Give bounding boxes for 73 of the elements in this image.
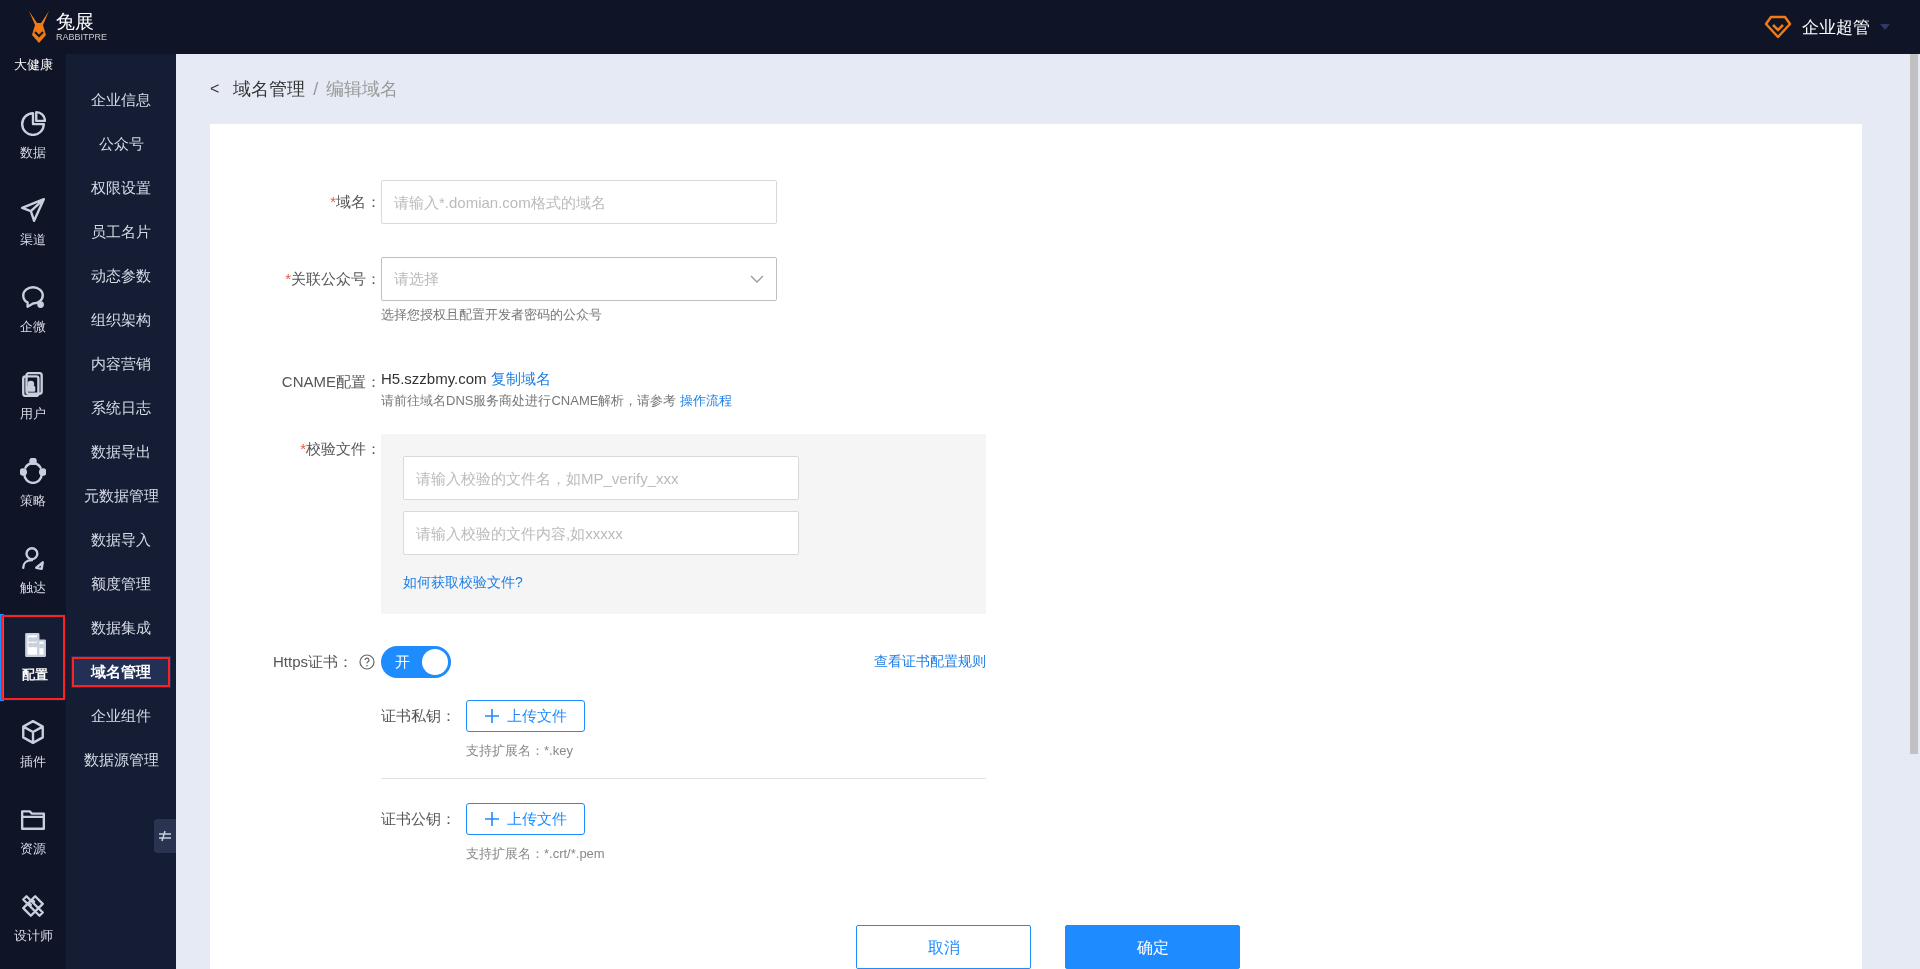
- field-label: *校验文件：: [299, 439, 381, 459]
- file-name-input-field[interactable]: 请输入校验的文件名，如MP_verify_xxx: [403, 456, 799, 500]
- field-hint: 支持扩展名：*.crt/*.pem: [466, 845, 606, 863]
- person-arrow-icon: [20, 544, 46, 571]
- submenu-item[interactable]: 动态参数: [71, 260, 171, 292]
- submenu-item[interactable]: 权限设置: [71, 172, 171, 204]
- diamond-icon: [1764, 15, 1792, 39]
- submenu-item[interactable]: 数据源管理: [71, 744, 171, 776]
- pie-chart-icon: [20, 109, 46, 136]
- nav-item[interactable]: 渠道: [0, 179, 66, 266]
- nav-item[interactable]: 触达: [0, 527, 66, 614]
- field-label: *关联公众号：: [284, 269, 381, 289]
- submenu-item[interactable]: 企业信息: [71, 84, 171, 116]
- scrollbar[interactable]: [1910, 54, 1918, 754]
- caret-icon: [1880, 24, 1890, 30]
- field-label: Https证书：: [273, 652, 353, 672]
- collapse-handle[interactable]: [154, 819, 176, 853]
- copy-link[interactable]: 复制域名: [490, 370, 551, 387]
- nav-item[interactable]: 企微: [0, 266, 66, 353]
- cycle-dots-icon: [20, 457, 46, 484]
- submenu-item[interactable]: 额度管理: [71, 568, 171, 600]
- nav-item[interactable]: 插件: [0, 701, 66, 788]
- submenu-item[interactable]: 员工名片: [71, 216, 171, 248]
- nav-item[interactable]: 数据: [0, 92, 66, 179]
- submenu-item[interactable]: 组织架构: [71, 304, 171, 336]
- field-label: CNAME配置：: [280, 372, 381, 392]
- submenu-item[interactable]: 系统日志: [71, 392, 171, 424]
- domain-input-field[interactable]: 请输入*.domian.com格式的域名: [381, 180, 777, 224]
- field-hint: 选择您授权且配置开发者密码的公众号: [381, 306, 603, 324]
- field-hint: 支持扩展名：*.key: [466, 742, 574, 760]
- submenu-item[interactable]: 数据导出: [71, 436, 171, 468]
- nav-item[interactable]: 策略: [0, 440, 66, 527]
- submenu-item[interactable]: 内容营销: [71, 348, 171, 380]
- building-icon: [22, 631, 48, 658]
- upload-button[interactable]: 上传文件: [466, 803, 585, 835]
- help-icon[interactable]: [359, 654, 375, 670]
- nav-item[interactable]: 用户: [0, 353, 66, 440]
- nav-item[interactable]: 设计师: [0, 875, 66, 962]
- contact-card-icon: [20, 370, 46, 397]
- field-label: 证书公钥：: [381, 809, 457, 829]
- back-link[interactable]: <: [210, 80, 220, 98]
- nav-label[interactable]: 大健康: [13, 56, 53, 92]
- submenu-item[interactable]: 数据导入: [71, 524, 171, 556]
- cancel-button[interactable]: 取消: [856, 925, 1031, 969]
- chevron-down-icon: [750, 275, 764, 283]
- chat-bubble-icon: [20, 283, 46, 310]
- nav-item[interactable]: 配置: [0, 614, 66, 701]
- breadcrumb-current: 编辑域名: [326, 78, 399, 101]
- field-hint: 请前往域名DNS服务商处进行CNAME解析，请参考: [381, 393, 677, 408]
- submenu-item[interactable]: 企业组件: [71, 700, 171, 732]
- field-label: *域名：: [329, 192, 381, 212]
- submenu-item[interactable]: 数据集成: [71, 612, 171, 644]
- plus-icon: [484, 812, 499, 826]
- submenu-item[interactable]: 元数据管理: [71, 480, 171, 512]
- cube-icon: [20, 718, 46, 745]
- user-menu[interactable]: 企业超管: [1802, 15, 1870, 39]
- submenu-item[interactable]: 公众号: [71, 128, 171, 160]
- breadcrumb-separator: /: [313, 78, 319, 100]
- submenu-item[interactable]: 域名管理: [71, 656, 171, 688]
- rules-link[interactable]: 查看证书配置规则: [874, 653, 986, 671]
- ruler-pencil-icon: [20, 892, 46, 919]
- file-content-input-field[interactable]: 请输入校验的文件内容,如xxxxx: [403, 511, 799, 555]
- plus-icon: [484, 709, 499, 723]
- cname-value: H5.szzbmy.com: [381, 370, 487, 387]
- help-link[interactable]: 如何获取校验文件?: [403, 574, 964, 592]
- guide-link[interactable]: 操作流程: [680, 393, 733, 408]
- field-label: 证书私钥：: [381, 706, 457, 726]
- paper-plane-icon: [20, 196, 46, 223]
- breadcrumb-link[interactable]: 域名管理: [233, 77, 306, 101]
- logo-subtext: RABBITPRE: [56, 32, 107, 42]
- upload-button[interactable]: 上传文件: [466, 700, 585, 732]
- logo-text: 兔展: [56, 12, 95, 32]
- nav-item[interactable]: 资源: [0, 788, 66, 875]
